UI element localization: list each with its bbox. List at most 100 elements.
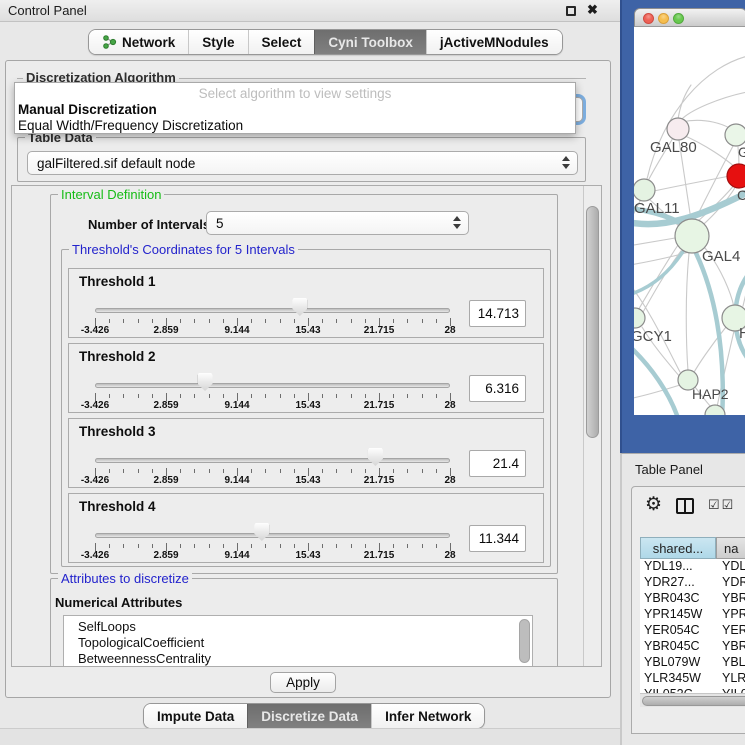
node-label-gal11: GAL11 xyxy=(634,200,680,217)
thresholds-group-title: Threshold's Coordinates for 5 Intervals xyxy=(69,242,298,257)
slider-handle[interactable] xyxy=(368,448,383,466)
tab-select[interactable]: Select xyxy=(248,30,315,54)
column-header-shared-name[interactable]: shared... xyxy=(640,537,716,559)
top-tab-bar: Network StyleSelectCyni ToolboxjActiveMNo… xyxy=(88,29,563,55)
column-header-name[interactable]: na xyxy=(716,537,745,559)
slider-track[interactable] xyxy=(95,458,450,463)
table-data-combobox[interactable]: galFiltered.sif default node xyxy=(27,151,578,175)
settings-scrollpane: Interval Definition Number of Intervals … xyxy=(11,185,602,667)
slider-tick-label: 2.859 xyxy=(153,475,178,486)
tab-impute-data[interactable]: Impute Data xyxy=(144,704,247,728)
network-node[interactable] xyxy=(667,118,689,140)
list-item[interactable]: BetweennessCentrality xyxy=(78,651,211,666)
slider-handle[interactable] xyxy=(292,298,307,316)
slider-minor-tick xyxy=(351,469,352,473)
network-canvas[interactable]: GAL80GACGAL11GAL4GCY1HHAP2 xyxy=(634,27,745,415)
tab-cyni-toolbox[interactable]: Cyni Toolbox xyxy=(314,30,426,54)
select-columns-checkboxes-icon[interactable]: ☑☑ xyxy=(708,497,735,513)
threshold-panel-4: Threshold 4-3.4262.8599.14415.4321.71528… xyxy=(68,493,544,563)
slider-minor-tick xyxy=(180,544,181,548)
threshold-value-field[interactable]: 11.344 xyxy=(469,525,526,552)
slider-minor-tick xyxy=(436,469,437,473)
table-row[interactable]: YBR045CYBR0 xyxy=(640,639,745,655)
slider-tick-label: 15.43 xyxy=(295,325,320,336)
settings-scrollbar-thumb[interactable] xyxy=(586,206,599,438)
slider-minor-tick xyxy=(393,469,394,473)
network-window-titlebar[interactable] xyxy=(634,8,745,27)
slider-minor-tick xyxy=(407,544,408,548)
minimize-traffic-light-icon[interactable] xyxy=(658,13,669,24)
tab-label: Network xyxy=(122,35,175,50)
network-edge[interactable] xyxy=(634,238,675,246)
tab-jactivemnodules[interactable]: jActiveMNodules xyxy=(426,30,562,54)
network-node[interactable] xyxy=(725,124,745,146)
tab-infer-network[interactable]: Infer Network xyxy=(371,704,484,728)
network-node[interactable] xyxy=(634,179,655,201)
slider-tick-label: 9.144 xyxy=(224,400,249,411)
table-row[interactable]: YER054CYER0 xyxy=(640,623,745,639)
network-view-window: GAL80GACGAL11GAL4GCY1HHAP2 xyxy=(634,8,745,415)
table-hscrollbar[interactable] xyxy=(640,693,745,707)
slider-track[interactable] xyxy=(95,383,450,388)
slider-minor-tick xyxy=(351,394,352,398)
dropdown-option-equal-width-frequency[interactable]: Equal Width/Frequency Discretization xyxy=(18,118,243,133)
tab-style[interactable]: Style xyxy=(188,30,247,54)
settings-scrollbar[interactable] xyxy=(583,186,601,666)
cell-shared-name: YER054C xyxy=(644,623,700,637)
number-of-intervals-combobox[interactable]: 5 xyxy=(206,211,469,235)
network-edge[interactable] xyxy=(634,385,680,399)
slider-minor-tick xyxy=(365,469,366,473)
network-edge[interactable] xyxy=(681,91,745,120)
slider-handle[interactable] xyxy=(254,523,269,541)
slider-tick-label: 15.43 xyxy=(295,475,320,486)
slider-track[interactable] xyxy=(95,308,450,313)
table-row[interactable]: YDR27...YDR2 xyxy=(640,575,745,591)
table-row[interactable]: YDL19...YDL1 xyxy=(640,559,745,575)
gear-icon[interactable]: ⚙ xyxy=(645,493,662,516)
table-rows: YDL19...YDL1YDR27...YDR2YBR043CYBR0YPR14… xyxy=(640,559,745,693)
slider-track[interactable] xyxy=(95,533,450,538)
slider-tick-label: 2.859 xyxy=(153,325,178,336)
slider-minor-tick xyxy=(152,544,153,548)
slider-minor-tick xyxy=(223,394,224,398)
attributes-group-title: Attributes to discretize xyxy=(58,571,192,586)
list-item[interactable]: TopologicalCoefficient xyxy=(78,635,204,650)
close-traffic-light-icon[interactable] xyxy=(643,13,654,24)
column-layout-icon[interactable] xyxy=(676,498,694,514)
list-item[interactable]: SelfLoops xyxy=(78,619,136,634)
table-row[interactable]: YBR043CYBR0 xyxy=(640,591,745,607)
zoom-traffic-light-icon[interactable] xyxy=(673,13,684,24)
numerical-attributes-list[interactable]: SelfLoopsTopologicalCoefficientBetweenne… xyxy=(63,615,533,667)
slider-minor-tick xyxy=(251,469,252,473)
slider-minor-tick xyxy=(407,319,408,323)
slider-minor-tick xyxy=(280,394,281,398)
threshold-value-field[interactable]: 21.4 xyxy=(469,450,526,477)
slider-minor-tick xyxy=(336,394,337,398)
network-edge[interactable] xyxy=(686,253,689,371)
slider-minor-tick xyxy=(265,394,266,398)
tab-discretize-data[interactable]: Discretize Data xyxy=(247,704,371,728)
network-edge[interactable] xyxy=(634,345,679,415)
slider-minor-tick xyxy=(109,394,110,398)
slider-handle[interactable] xyxy=(198,373,213,391)
slider-minor-tick xyxy=(280,469,281,473)
attributes-group: Attributes to discretize Numerical Attri… xyxy=(50,578,558,667)
network-edge[interactable] xyxy=(647,55,745,179)
threshold-value-field[interactable]: 6.316 xyxy=(469,375,526,402)
node-label-c: C xyxy=(737,187,745,203)
dropdown-option-manual-discretization[interactable]: Manual Discretization xyxy=(18,102,157,117)
float-window-icon[interactable] xyxy=(566,6,576,16)
table-row[interactable]: YBL079WYBL0 xyxy=(640,655,745,671)
node-label-h: H xyxy=(739,325,745,342)
list-scrollbar-thumb[interactable] xyxy=(519,619,530,663)
slider-minor-tick xyxy=(393,394,394,398)
table-row[interactable]: YPR145WYPR1 xyxy=(640,607,745,623)
close-icon[interactable]: ✖ xyxy=(587,2,598,18)
table-hscrollbar-thumb[interactable] xyxy=(642,696,745,706)
threshold-value-field[interactable]: 14.713 xyxy=(469,300,526,327)
network-node[interactable] xyxy=(727,164,745,188)
network-edge[interactable] xyxy=(654,176,730,191)
tab-network[interactable]: Network xyxy=(89,30,188,54)
table-row[interactable]: YLR345WYLR3 xyxy=(640,671,745,687)
apply-button[interactable]: Apply xyxy=(270,672,336,693)
